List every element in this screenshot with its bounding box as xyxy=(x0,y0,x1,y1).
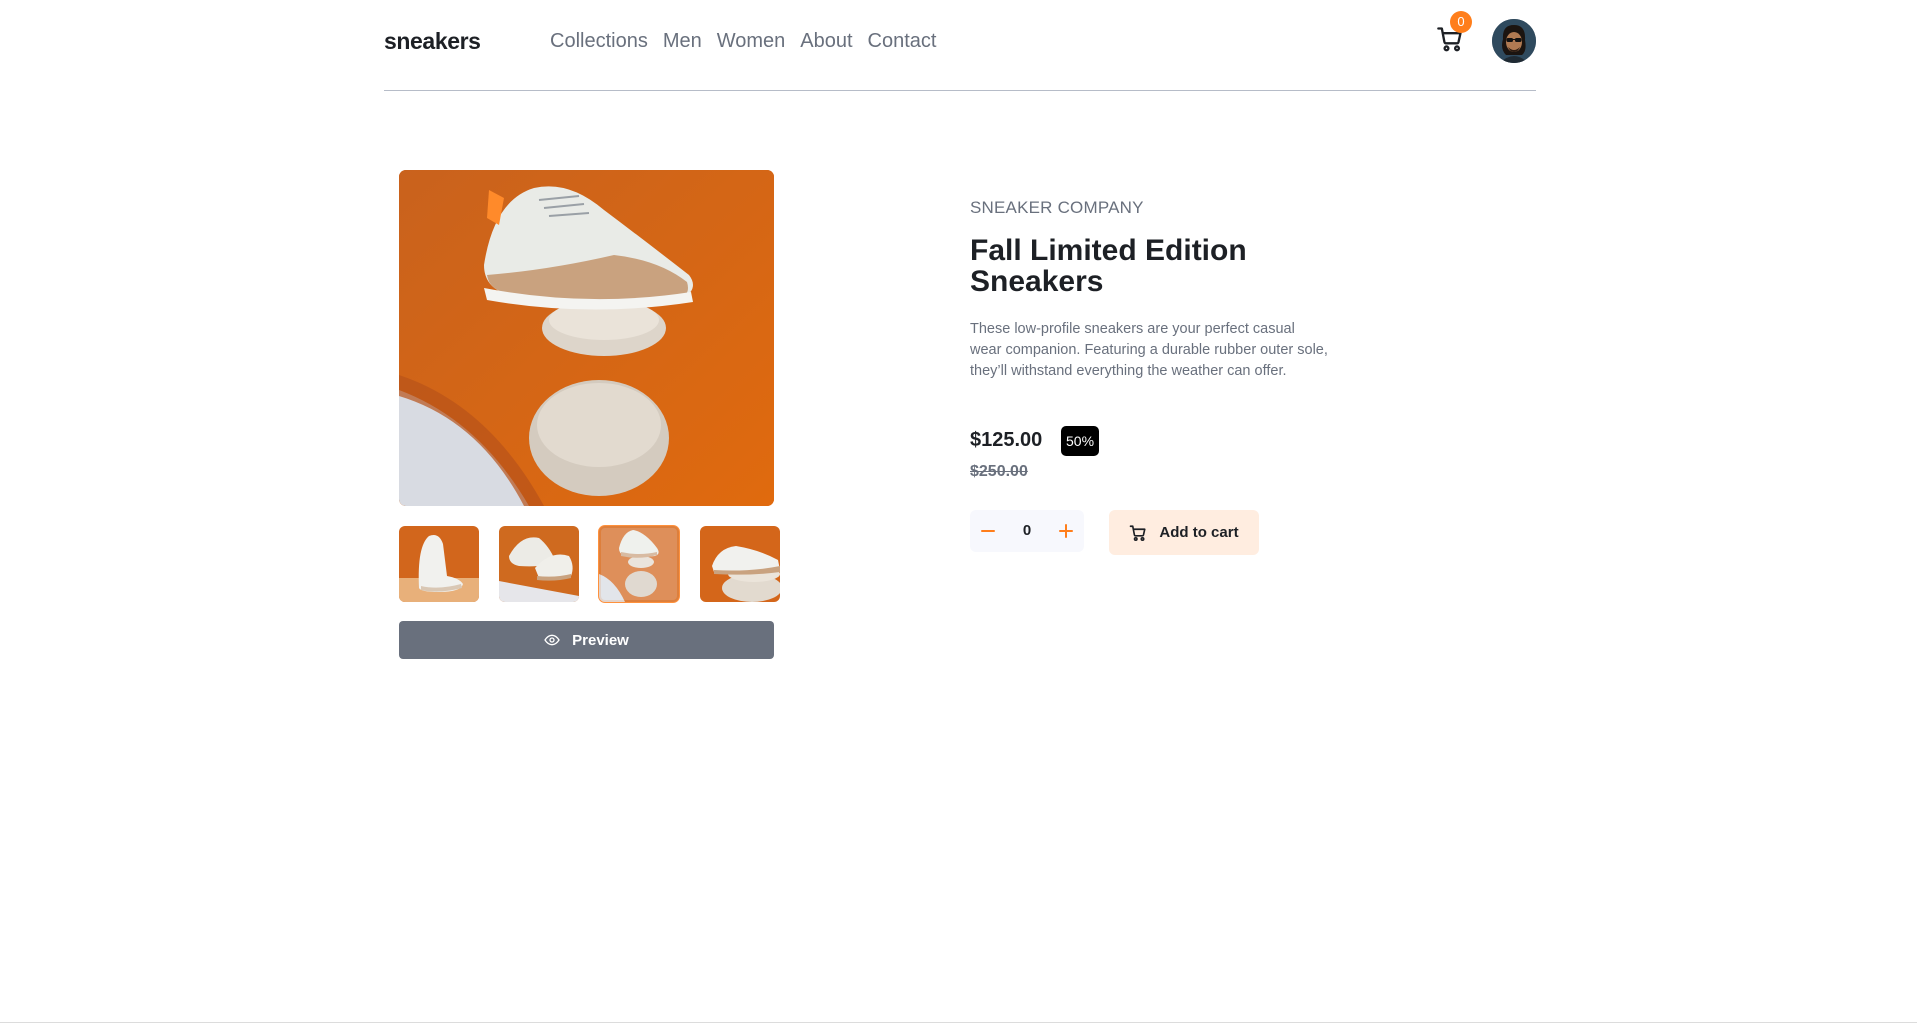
thumbnail-3[interactable] xyxy=(598,525,680,603)
eye-icon xyxy=(544,634,560,646)
cart-icon xyxy=(1130,524,1146,541)
current-price: $125.00 xyxy=(970,429,1043,451)
avatar[interactable] xyxy=(1492,19,1536,63)
plus-icon xyxy=(1059,524,1073,538)
cart-button[interactable]: 0 xyxy=(1436,11,1472,55)
increase-quantity-button[interactable] xyxy=(1048,510,1084,552)
thumbnail-4[interactable] xyxy=(700,526,780,602)
cart-count-badge: 0 xyxy=(1450,11,1472,33)
minus-icon xyxy=(981,530,995,532)
sneaker-thumbnail-image xyxy=(499,526,579,602)
sneaker-thumbnail-image xyxy=(599,526,679,602)
preview-button[interactable]: Preview xyxy=(399,621,774,659)
product-description: These low-profile sneakers are your perf… xyxy=(970,321,1328,379)
thumbnail-1[interactable] xyxy=(399,526,479,602)
nav-link-collections[interactable]: Collections xyxy=(550,30,648,53)
original-price: $250.00 xyxy=(970,463,1028,480)
decrease-quantity-button[interactable] xyxy=(970,510,1006,552)
nav-link-contact[interactable]: Contact xyxy=(868,30,937,53)
company-name: SNEAKER COMPANY xyxy=(970,198,1144,217)
product-page: sneakers Collections Men Women About Con… xyxy=(0,0,1917,1025)
nav-link-men[interactable]: Men xyxy=(663,30,702,53)
site-header: sneakers Collections Men Women About Con… xyxy=(384,0,1536,91)
nav-link-women[interactable]: Women xyxy=(717,30,786,53)
sneaker-thumbnail-image xyxy=(399,526,479,602)
main-product-image[interactable] xyxy=(399,170,774,506)
page-bottom-divider xyxy=(0,1022,1917,1023)
add-to-cart-button[interactable]: Add to cart xyxy=(1109,510,1259,555)
sneaker-thumbnail-image xyxy=(700,526,780,602)
discount-badge: 50% xyxy=(1061,426,1100,456)
thumbnail-strip xyxy=(399,525,780,603)
nav-link-about[interactable]: About xyxy=(800,30,852,53)
add-to-cart-label: Add to cart xyxy=(1159,524,1239,541)
main-nav: Collections Men Women About Contact xyxy=(550,30,951,53)
quantity-value[interactable]: 0 xyxy=(1006,510,1048,552)
product-title: Fall Limited Edition Sneakers xyxy=(970,234,1247,298)
thumbnail-2[interactable] xyxy=(499,526,579,602)
quantity-stepper: 0 xyxy=(970,510,1084,552)
logo[interactable]: sneakers xyxy=(384,28,481,55)
avatar-image xyxy=(1492,19,1536,63)
sneaker-image xyxy=(399,170,774,506)
preview-button-label: Preview xyxy=(572,631,629,649)
